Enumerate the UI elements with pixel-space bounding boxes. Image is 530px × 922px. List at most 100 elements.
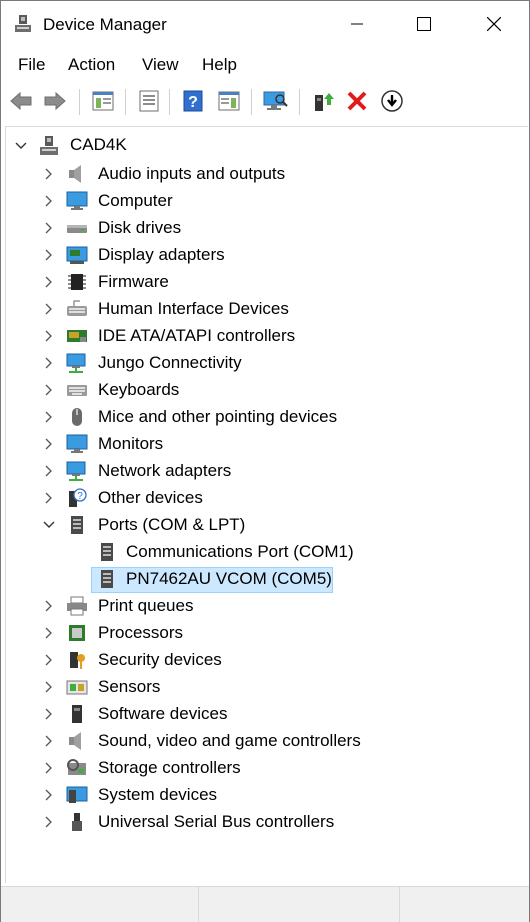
print-queues-icon xyxy=(66,595,88,617)
chevron-right-icon[interactable] xyxy=(42,275,56,289)
sound-video-and-game-controllers-icon xyxy=(66,730,88,752)
tree-item-port-2[interactable]: PN7462AU VCOM (COM5) xyxy=(126,569,332,589)
properties-pane-icon xyxy=(92,91,114,111)
tree-item-mice-and-other-pointing-devices[interactable]: Mice and other pointing devices xyxy=(98,407,337,427)
tree-item-software-devices[interactable]: Software devices xyxy=(98,704,227,724)
tree-item-ports-com-lpt[interactable]: Ports (COM & LPT) xyxy=(98,515,245,535)
monitors-icon xyxy=(66,433,88,455)
help-button[interactable]: ? xyxy=(179,87,207,115)
chevron-right-icon[interactable] xyxy=(42,302,56,316)
device-manager-window: Device Manager File Action View Help ? C… xyxy=(0,0,530,922)
security-devices-icon xyxy=(66,649,88,671)
network-adapters-icon xyxy=(66,460,88,482)
back-button[interactable] xyxy=(7,87,35,115)
menu-help[interactable]: Help xyxy=(200,55,239,75)
chevron-right-icon[interactable] xyxy=(42,599,56,613)
tree-item-monitors[interactable]: Monitors xyxy=(98,434,163,454)
show-hide-console-tree-button[interactable] xyxy=(89,87,117,115)
tree-item-other-devices[interactable]: Other devices xyxy=(98,488,203,508)
chevron-right-icon[interactable] xyxy=(42,356,56,370)
menu-view[interactable]: View xyxy=(140,55,181,75)
tree-item-display-adapters[interactable]: Display adapters xyxy=(98,245,225,265)
forward-arrow-icon xyxy=(44,91,66,111)
tree-item-disk-drives[interactable]: Disk drives xyxy=(98,218,181,238)
close-button[interactable] xyxy=(471,1,517,47)
tree-root-label[interactable]: CAD4K xyxy=(70,135,127,155)
update-driver-button[interactable] xyxy=(309,87,337,115)
chevron-right-icon[interactable] xyxy=(42,815,56,829)
tree-item-universal-serial-bus-controllers[interactable]: Universal Serial Bus controllers xyxy=(98,812,334,832)
toolbar-separator xyxy=(125,89,126,115)
device-manager-app-icon xyxy=(15,15,31,32)
human-interface-devices-icon xyxy=(66,298,88,320)
close-icon xyxy=(487,17,501,31)
chevron-right-icon[interactable] xyxy=(42,680,56,694)
status-divider xyxy=(198,887,199,922)
display-adapters-icon xyxy=(66,244,88,266)
properties-button[interactable] xyxy=(135,87,163,115)
processors-icon xyxy=(66,622,88,644)
chevron-right-icon[interactable] xyxy=(42,383,56,397)
tree-item-port-1[interactable]: Communications Port (COM1) xyxy=(126,542,354,562)
status-divider xyxy=(399,887,400,922)
status-bar xyxy=(1,886,529,922)
chevron-right-icon[interactable] xyxy=(42,410,56,424)
tree-item-computer[interactable]: Computer xyxy=(98,191,173,211)
chevron-right-icon[interactable] xyxy=(42,761,56,775)
properties-icon xyxy=(139,90,159,112)
forward-button[interactable] xyxy=(41,87,69,115)
disable-device-icon xyxy=(381,90,403,112)
action-pane-icon xyxy=(218,91,240,111)
chevron-down-icon[interactable] xyxy=(14,139,28,153)
maximize-icon xyxy=(417,17,431,31)
tree-item-firmware[interactable]: Firmware xyxy=(98,272,169,292)
chevron-right-icon[interactable] xyxy=(42,221,56,235)
tree-item-ide-ata-atapi-controllers[interactable]: IDE ATA/ATAPI controllers xyxy=(98,326,295,346)
tree-item-network-adapters[interactable]: Network adapters xyxy=(98,461,231,481)
scan-hardware-button[interactable] xyxy=(261,87,289,115)
tree-item-audio-inputs-and-outputs[interactable]: Audio inputs and outputs xyxy=(98,164,285,184)
uninstall-device-button[interactable] xyxy=(343,87,371,115)
ports-com-lpt-icon xyxy=(66,514,88,536)
tree-item-system-devices[interactable]: System devices xyxy=(98,785,217,805)
tree-item-sound-video-and-game-controllers[interactable]: Sound, video and game controllers xyxy=(98,731,361,751)
chevron-right-icon[interactable] xyxy=(42,788,56,802)
show-hide-action-pane-button[interactable] xyxy=(215,87,243,115)
chevron-right-icon[interactable] xyxy=(42,248,56,262)
tree-item-keyboards[interactable]: Keyboards xyxy=(98,380,179,400)
tree-item-storage-controllers[interactable]: Storage controllers xyxy=(98,758,241,778)
chevron-right-icon[interactable] xyxy=(42,734,56,748)
software-devices-icon xyxy=(66,703,88,725)
menu-bar: File Action View Help xyxy=(1,49,529,81)
tree-item-sensors[interactable]: Sensors xyxy=(98,677,160,697)
chevron-down-icon[interactable] xyxy=(42,518,56,532)
minimize-button[interactable] xyxy=(334,1,380,47)
port-device-icon xyxy=(96,541,118,563)
chevron-right-icon[interactable] xyxy=(42,167,56,181)
tree-item-security-devices[interactable]: Security devices xyxy=(98,650,222,670)
menu-file[interactable]: File xyxy=(16,55,47,75)
other-devices-icon: ? xyxy=(66,487,88,509)
title-bar: Device Manager xyxy=(1,1,529,47)
tree-item-jungo-connectivity[interactable]: Jungo Connectivity xyxy=(98,353,242,373)
svg-text:?: ? xyxy=(188,94,198,111)
back-arrow-icon xyxy=(10,91,32,111)
device-tree[interactable]: CAD4K Audio inputs and outputs Computer Di… xyxy=(5,126,528,883)
universal-serial-bus-controllers-icon xyxy=(66,811,88,833)
menu-action[interactable]: Action xyxy=(66,55,117,75)
chevron-right-icon[interactable] xyxy=(42,329,56,343)
disable-device-button[interactable] xyxy=(378,87,406,115)
tree-item-print-queues[interactable]: Print queues xyxy=(98,596,193,616)
chevron-right-icon[interactable] xyxy=(42,653,56,667)
toolbar-separator xyxy=(169,89,170,115)
tree-item-processors[interactable]: Processors xyxy=(98,623,183,643)
chevron-right-icon[interactable] xyxy=(42,194,56,208)
chevron-right-icon[interactable] xyxy=(42,437,56,451)
chevron-right-icon[interactable] xyxy=(42,707,56,721)
chevron-right-icon[interactable] xyxy=(42,626,56,640)
chevron-right-icon[interactable] xyxy=(42,491,56,505)
maximize-button[interactable] xyxy=(401,1,447,47)
system-devices-icon xyxy=(66,784,88,806)
tree-item-human-interface-devices[interactable]: Human Interface Devices xyxy=(98,299,289,319)
chevron-right-icon[interactable] xyxy=(42,464,56,478)
